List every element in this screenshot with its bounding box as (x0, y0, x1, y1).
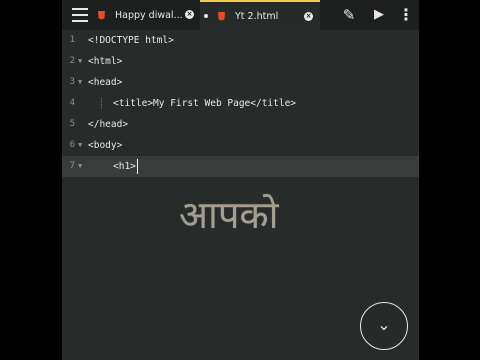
code-text: <h1> (113, 161, 136, 172)
code-line[interactable]: 1 <!DOCTYPE html> (62, 30, 419, 51)
tab-label: Happy diwal... (115, 9, 183, 21)
code-text: <title>My First Web Page</title> (113, 98, 297, 109)
line-number: 3 (69, 77, 75, 87)
fold-arrow-icon[interactable]: ▼ (78, 156, 82, 177)
pencil-icon[interactable]: ✎ (340, 6, 358, 24)
line-number: 7 (69, 161, 75, 171)
code-line[interactable]: 4 <title>My First Web Page</title> (62, 93, 419, 114)
play-icon[interactable]: ▶ (370, 6, 388, 24)
line-number: 6 (69, 140, 75, 150)
html5-icon (98, 10, 105, 20)
code-line-active[interactable]: 7 ▼ <h1> (62, 156, 419, 177)
tab-label: Yt 2.html (235, 10, 279, 22)
more-vert-icon[interactable]: ⋮ (396, 6, 416, 24)
html5-icon (218, 11, 225, 21)
chevron-down-icon[interactable]: ⌄ (360, 302, 408, 350)
tab-happy-diwali[interactable]: Happy diwal... × (94, 0, 198, 30)
code-line[interactable]: 5 </head> (62, 114, 419, 135)
unsaved-dot-icon (204, 14, 208, 18)
line-number: 1 (69, 35, 75, 45)
code-text: </head> (88, 119, 129, 130)
code-line[interactable]: 3 ▼ <head> (62, 72, 419, 93)
text-cursor (136, 159, 139, 174)
overlay-caption: आपको (179, 193, 279, 237)
line-number: 4 (69, 98, 75, 108)
code-text: <!DOCTYPE html> (88, 35, 174, 46)
code-text: <body> (88, 140, 123, 151)
code-text: <html> (88, 56, 123, 67)
screen: Happy diwal... × Yt 2.html × ✎ ▶ ⋮ 1 <!D… (0, 0, 480, 360)
tab-yt-2-html[interactable]: Yt 2.html × (200, 0, 320, 30)
line-number: 5 (69, 119, 75, 129)
code-text-wrapper: <h1> (113, 156, 139, 177)
close-tab-icon[interactable]: × (185, 10, 194, 19)
top-bar: Happy diwal... × Yt 2.html × ✎ ▶ ⋮ (62, 0, 419, 30)
fold-arrow-icon[interactable]: ▼ (78, 135, 82, 156)
code-line[interactable]: 6 ▼ <body> (62, 135, 419, 156)
menu-icon[interactable] (72, 8, 88, 22)
indent-guide (101, 98, 103, 109)
fold-arrow-icon[interactable]: ▼ (78, 72, 82, 93)
close-tab-icon[interactable]: × (304, 12, 313, 21)
code-editor-app: Happy diwal... × Yt 2.html × ✎ ▶ ⋮ 1 <!D… (62, 0, 419, 360)
line-number: 2 (69, 56, 75, 66)
code-line[interactable]: 2 ▼ <html> (62, 51, 419, 72)
fold-arrow-icon[interactable]: ▼ (78, 51, 82, 72)
code-text: <head> (88, 77, 123, 88)
